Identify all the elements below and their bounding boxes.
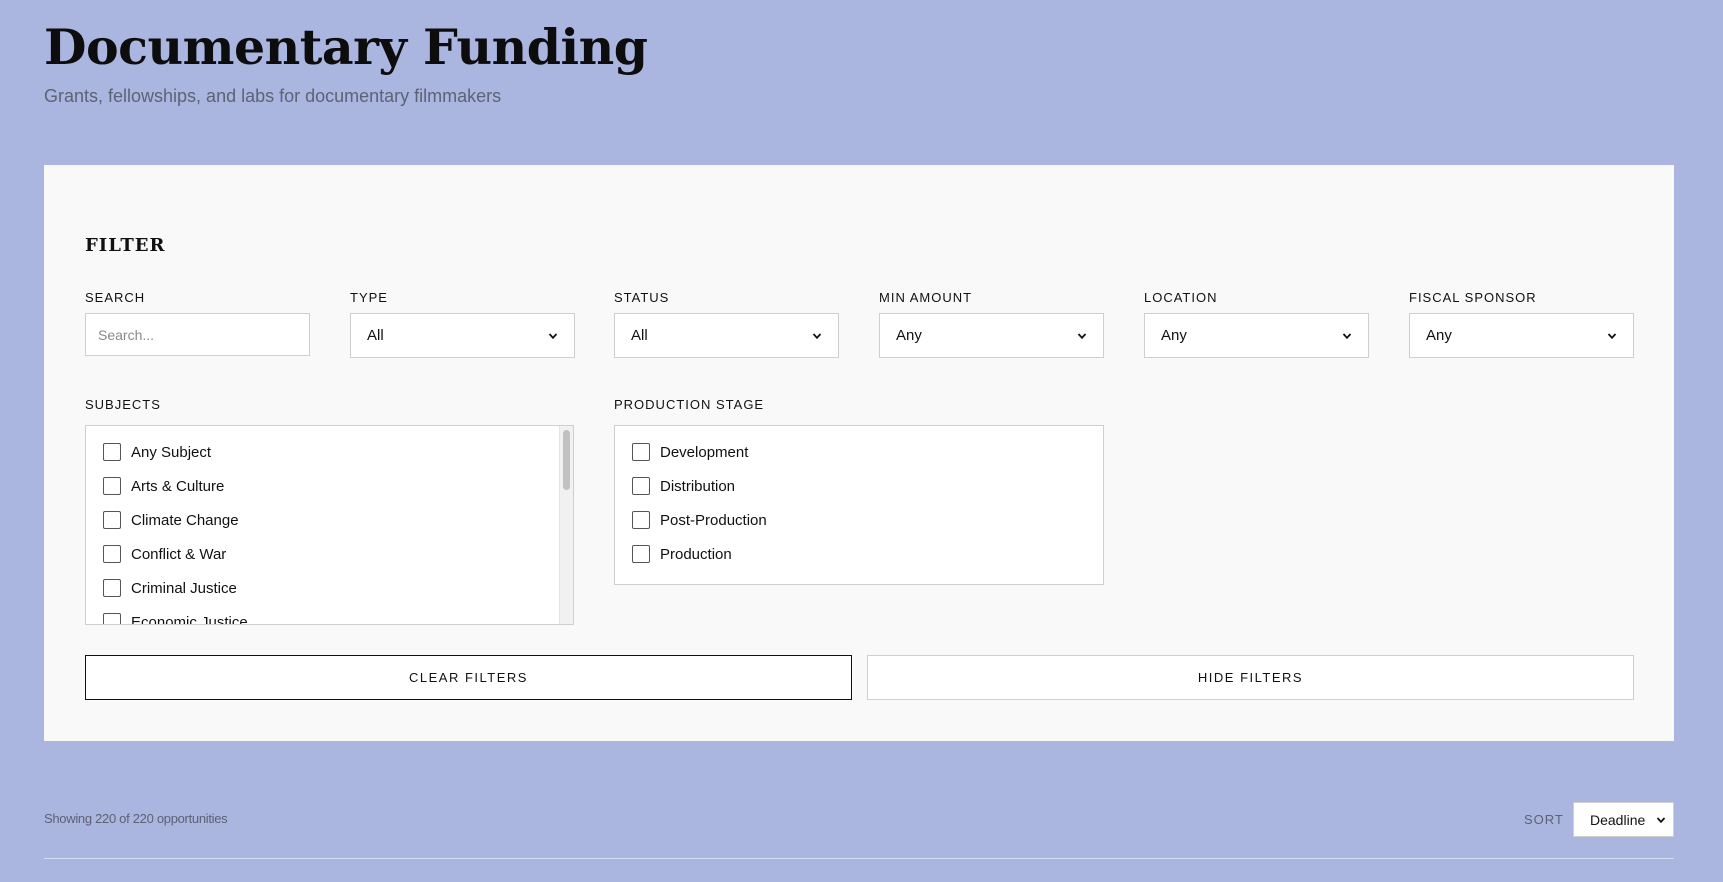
subject-option-label: Climate Change [131,511,239,529]
page-title: Documentary Funding [44,18,648,76]
search-input[interactable] [85,313,310,356]
status-select[interactable]: All [614,313,839,358]
search-label: SEARCH [85,290,146,305]
sort-select-value: Deadline [1590,811,1646,828]
checkbox[interactable] [103,613,121,624]
production-stage-list: Development Distribution Post-Production… [614,425,1104,585]
subject-option[interactable]: Economic Justice [103,611,248,625]
stage-option[interactable]: Distribution [632,475,735,497]
results-divider [44,858,1674,859]
subjects-list[interactable]: Any Subject Arts & Culture Climate Chang… [85,425,574,625]
stage-option-label: Production [660,545,732,563]
location-select[interactable]: Any [1144,313,1369,358]
stage-option-label: Development [660,443,749,461]
stage-option[interactable]: Production [632,543,732,565]
results-count: Showing 220 of 220 opportunities [44,811,228,826]
subject-option-label: Economic Justice [131,613,248,625]
stage-option[interactable]: Post-Production [632,509,767,531]
checkbox[interactable] [103,545,121,563]
subject-option[interactable]: Conflict & War [103,543,226,565]
subjects-scrollbar[interactable] [559,426,573,624]
sort-select[interactable]: Deadline [1573,802,1674,837]
checkbox[interactable] [103,477,121,495]
subject-option[interactable]: Criminal Justice [103,577,237,599]
filter-heading: FILTER [85,235,166,256]
hide-filters-button[interactable]: HIDE FILTERS [867,655,1634,700]
chevron-down-icon [812,332,822,339]
subject-option[interactable]: Climate Change [103,509,239,531]
page-header: Documentary Funding Grants, fellowships,… [44,14,648,107]
type-select[interactable]: All [350,313,575,358]
checkbox[interactable] [632,545,650,563]
type-field: TYPE All [350,290,575,358]
type-select-value: All [367,327,384,344]
checkbox[interactable] [103,511,121,529]
scrollbar-thumb[interactable] [563,430,570,490]
page-subtitle: Grants, fellowships, and labs for docume… [44,86,502,106]
chevron-down-icon [1342,332,1352,339]
stage-option-label: Post-Production [660,511,767,529]
subjects-label: SUBJECTS [85,397,161,412]
clear-filters-button[interactable]: CLEAR FILTERS [85,655,852,700]
checkbox[interactable] [103,579,121,597]
production-stage-label: PRODUCTION STAGE [614,397,765,412]
fiscal-sponsor-label: FISCAL SPONSOR [1409,290,1537,305]
checkbox[interactable] [632,443,650,461]
filter-panel: FILTER SEARCH TYPE All STATUS All MIN AM… [44,165,1674,741]
type-label: TYPE [350,290,388,305]
subject-option-label: Conflict & War [131,545,227,563]
chevron-down-icon [1656,816,1666,823]
location-label: LOCATION [1144,290,1218,305]
subject-option-label: Criminal Justice [131,579,237,597]
min-amount-select[interactable]: Any [879,313,1104,358]
min-amount-select-value: Any [896,327,922,344]
chevron-down-icon [1077,332,1087,339]
subject-option[interactable]: Any Subject [103,441,211,463]
chevron-down-icon [1607,332,1617,339]
checkbox[interactable] [103,443,121,461]
sort-label: SORT [1524,812,1564,827]
location-select-value: Any [1161,327,1187,344]
chevron-down-icon [548,332,558,339]
fiscal-sponsor-field: FISCAL SPONSOR Any [1409,290,1634,358]
subject-option-label: Arts & Culture [131,477,225,495]
fiscal-sponsor-select[interactable]: Any [1409,313,1634,358]
status-label: STATUS [614,290,670,305]
status-select-value: All [631,327,648,344]
fiscal-sponsor-select-value: Any [1426,327,1452,344]
checkbox[interactable] [632,511,650,529]
subject-option[interactable]: Arts & Culture [103,475,224,497]
stage-option-label: Distribution [660,477,736,495]
checkbox[interactable] [632,477,650,495]
min-amount-field: MIN AMOUNT Any [879,290,1104,358]
status-field: STATUS All [614,290,839,358]
stage-option[interactable]: Development [632,441,748,463]
subject-option-label: Any Subject [131,443,212,461]
search-field: SEARCH [85,290,310,356]
min-amount-label: MIN AMOUNT [879,290,973,305]
location-field: LOCATION Any [1144,290,1369,358]
